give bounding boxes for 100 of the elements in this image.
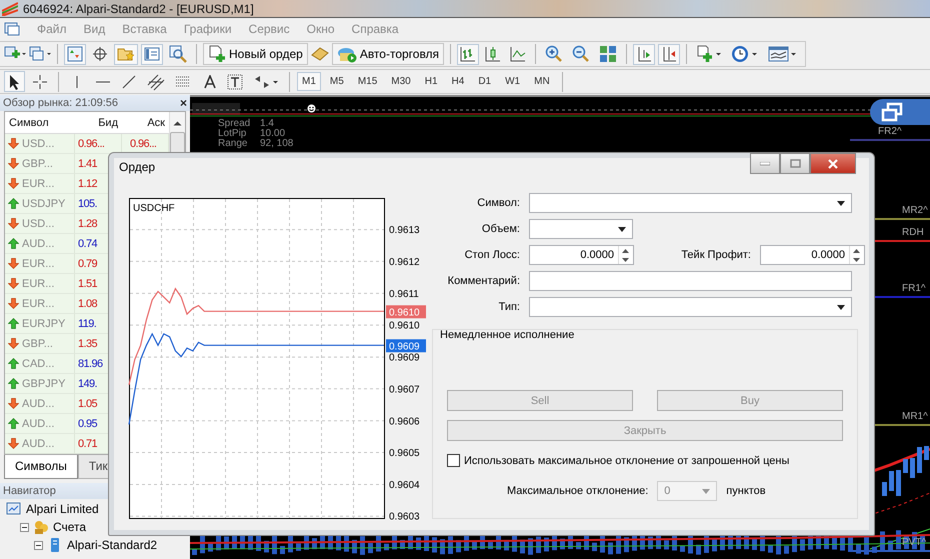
bar-chart-button[interactable] — [457, 44, 480, 64]
text-label-icon[interactable] — [227, 74, 243, 90]
info-value: 92, 108 — [260, 139, 294, 149]
channel-icon[interactable] — [147, 72, 165, 90]
price-tag: 0.9609 — [386, 339, 426, 352]
timeframe-button[interactable]: M15 — [352, 72, 382, 91]
up-arrow-icon — [8, 198, 19, 209]
axis-tick-label: 0.9610 — [389, 320, 420, 332]
tree-item[interactable]: Alpari Limited — [26, 502, 99, 516]
column-header[interactable]: Бид — [75, 116, 122, 128]
take-profit-field[interactable]: 0.0000 — [760, 245, 865, 265]
close-button[interactable]: × — [180, 97, 187, 109]
minimize-icon — [760, 162, 770, 166]
scroll-up-icon[interactable] — [173, 120, 182, 126]
symbol-name: GBPJPY — [22, 378, 66, 390]
smiley-icon — [307, 104, 316, 113]
collapse-icon[interactable] — [20, 522, 29, 532]
level-label: MR2^ — [902, 205, 928, 216]
down-arrow-icon[interactable] — [622, 258, 629, 262]
down-arrow-icon — [8, 158, 19, 169]
up-arrow-icon[interactable] — [622, 248, 629, 252]
restore-button[interactable] — [870, 99, 930, 125]
template-icon[interactable] — [768, 45, 798, 63]
bid-price: 0.95 — [78, 418, 98, 430]
close-button[interactable] — [810, 153, 856, 174]
checkbox[interactable] — [447, 454, 460, 467]
caret-icon — [702, 488, 710, 494]
down-arrow-icon — [8, 278, 19, 289]
tree-item[interactable]: Счета — [53, 520, 86, 534]
timeframe-button[interactable]: H1 — [420, 72, 443, 91]
auto-trading-button[interactable]: Авто-торговля — [332, 43, 444, 65]
bid-price: 0.71 — [78, 438, 98, 450]
restore-window-icon — [880, 102, 904, 122]
comment-field[interactable] — [529, 271, 852, 291]
new-order-button[interactable]: Новый ордер — [203, 43, 308, 65]
terminal-button[interactable] — [141, 44, 163, 64]
column-header[interactable]: Аск — [122, 116, 169, 128]
market-watch-button[interactable] — [64, 44, 86, 64]
up-arrow-icon[interactable] — [853, 248, 860, 252]
zoom-in-icon[interactable] — [545, 45, 564, 63]
windows-icon[interactable] — [29, 46, 51, 62]
document-plus-icon — [208, 45, 226, 63]
chart-shift-button[interactable] — [658, 44, 680, 64]
maximize-button[interactable] — [780, 153, 810, 174]
info-label: Range — [218, 139, 248, 149]
timeframe-button[interactable]: M30 — [386, 72, 416, 91]
tree-item[interactable]: Alpari-Standard2 — [67, 538, 158, 552]
bid-price: 1.28 — [78, 218, 98, 230]
indicators-icon[interactable] — [696, 45, 722, 63]
symbol-name: EURJPY — [22, 318, 66, 330]
symbol-name: USD... — [22, 138, 54, 150]
symbol-name: GBP... — [22, 338, 53, 350]
cursor-button[interactable] — [4, 71, 25, 92]
panel-tab[interactable]: Символы — [4, 455, 78, 479]
book-icon[interactable] — [310, 46, 329, 62]
field-label: Максимальное отклонение: — [507, 485, 648, 497]
level-label: FR2^ — [878, 126, 902, 137]
autoscroll-icon — [636, 46, 652, 62]
up-arrow-icon — [8, 378, 19, 389]
timeframe-button[interactable]: M5 — [324, 72, 349, 91]
trendline-icon[interactable] — [121, 74, 137, 90]
tile-windows-icon[interactable] — [599, 45, 618, 63]
symbol-name: EUR... — [22, 258, 54, 270]
quote-row[interactable]: USD... 0.96... 0.96... — [5, 134, 169, 154]
unit-label: пунктов — [726, 485, 766, 497]
timeframe-button[interactable]: D1 — [473, 72, 496, 91]
up-arrow-icon — [8, 318, 19, 329]
down-arrow-icon — [8, 178, 19, 189]
axis-tick-label: 0.9603 — [389, 512, 420, 523]
checkbox-label: Использовать максимальное отклонение от запрошенной цены — [464, 454, 790, 466]
window-title: 6046924: Alpari-Standard2 - [EURUSD,M1] — [23, 2, 254, 16]
text-tool-icon[interactable] — [203, 74, 217, 88]
down-arrow-icon — [8, 438, 19, 449]
symbol-name: EUR... — [22, 178, 54, 190]
timeframe-button[interactable]: MN — [529, 72, 555, 91]
crosshair-icon[interactable] — [32, 74, 48, 90]
axis-tick-label: 0.9606 — [389, 416, 420, 428]
timeframe-button[interactable]: W1 — [500, 72, 526, 91]
panel-icon — [144, 46, 160, 62]
up-arrow-icon — [8, 418, 19, 429]
magnifier-icon — [169, 45, 187, 63]
bid-price: 1.05 — [78, 398, 98, 410]
timeframe-button[interactable]: H4 — [446, 72, 470, 91]
timeframe-button[interactable]: M1 — [297, 72, 321, 91]
accounts-icon — [33, 519, 49, 535]
symbol-name: EUR... — [22, 278, 54, 290]
down-arrow-icon[interactable] — [853, 258, 860, 262]
bid-price: 81.96 — [78, 358, 103, 370]
minimize-button[interactable] — [750, 153, 780, 174]
stop-loss-field[interactable]: 0.0000 — [529, 245, 634, 265]
level-label: RDH — [902, 227, 924, 238]
zoom-out-icon[interactable] — [572, 45, 590, 63]
autoscroll-button[interactable] — [633, 44, 656, 64]
clock-icon[interactable] — [731, 45, 760, 63]
dialog-title: Ордер — [119, 160, 156, 174]
arrows-icon[interactable] — [253, 74, 279, 90]
collapse-icon[interactable] — [34, 540, 43, 550]
down-arrow-icon — [8, 258, 19, 269]
column-header[interactable]: Символ — [5, 116, 75, 128]
candlesticks — [882, 446, 929, 496]
